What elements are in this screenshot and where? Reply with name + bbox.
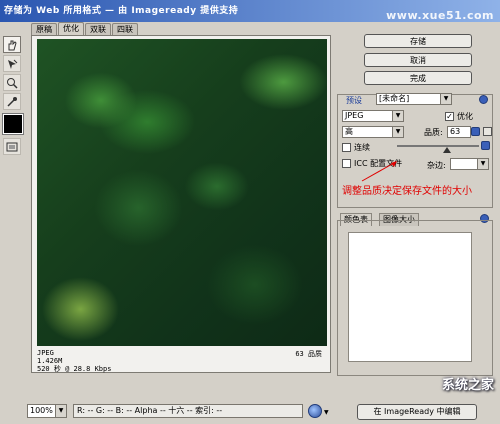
info-file-size: 1.426M xyxy=(37,357,63,365)
format-select[interactable]: JPEG ▼ xyxy=(342,110,404,122)
slice-select-icon xyxy=(8,59,18,69)
preview-pane: JPEG 1.426M 520 秒 @ 28.8 Kbps 63 品质 xyxy=(31,35,331,373)
info-quality: 63 品质 xyxy=(295,350,322,358)
browser-preview-icon[interactable] xyxy=(308,404,322,418)
progressive-checkbox[interactable] xyxy=(342,143,351,152)
toggle-slices-tool[interactable] xyxy=(3,138,21,155)
save-button[interactable]: 存储 xyxy=(364,34,472,48)
eyedropper-color-swatch[interactable] xyxy=(2,113,24,135)
quality-slider-toggle[interactable] xyxy=(471,127,480,136)
toolbox xyxy=(2,36,24,157)
matte-label: 杂边: xyxy=(427,161,446,170)
quality-slider-thumb[interactable] xyxy=(443,147,451,153)
watermark-logo: 系统之家 xyxy=(441,378,494,393)
quality-input[interactable]: 63 xyxy=(447,126,471,138)
eyedropper-icon xyxy=(7,96,17,107)
quality-link-icon[interactable] xyxy=(483,127,492,136)
hand-icon xyxy=(8,40,17,50)
quality-label: 品质: xyxy=(424,128,443,137)
cancel-button[interactable]: 取消 xyxy=(364,53,472,67)
optimized-label: 优化 xyxy=(457,112,473,121)
preset-select[interactable]: [未命名] ▼ xyxy=(376,93,452,105)
title-bar: 存储为 Web 所用格式 — 由 Imageready 提供支持 www.xue… xyxy=(0,0,500,22)
window-title: 存储为 Web 所用格式 — 由 Imageready 提供支持 xyxy=(4,6,239,16)
settings-menu-button[interactable] xyxy=(479,95,488,104)
done-button[interactable]: 完成 xyxy=(364,71,472,85)
edit-in-imageready-button[interactable]: 在 ImageReady 中编辑 xyxy=(357,404,477,420)
quality-slider-track[interactable] xyxy=(397,145,479,147)
zoom-select[interactable]: 100% ▼ xyxy=(27,404,67,418)
zoom-icon xyxy=(7,77,18,89)
hand-tool[interactable] xyxy=(3,36,21,53)
color-table-area[interactable] xyxy=(348,232,472,362)
annotation-text: 调整品质决定保存文件的大小 xyxy=(342,186,472,197)
optimized-info: JPEG 1.426M 520 秒 @ 28.8 Kbps xyxy=(37,349,111,373)
eyedropper-tool[interactable] xyxy=(3,93,21,110)
optimized-checkbox[interactable]: ✓ xyxy=(445,112,454,121)
zoom-value: 100% xyxy=(30,406,53,415)
slider-arrow-button[interactable] xyxy=(481,141,490,150)
annotation-arrow xyxy=(361,161,397,182)
chevron-down-icon: ▼ xyxy=(392,111,403,121)
preset-value: [未命名] xyxy=(379,94,410,103)
progressive-label: 连续 xyxy=(354,143,370,152)
chevron-down-icon: ▼ xyxy=(392,127,403,137)
color-readout: R: -- G: -- B: -- Alpha -- 十六 -- 索引: -- xyxy=(73,404,303,418)
preset-label: 预设 xyxy=(346,96,362,105)
view-tabs: 原稿 优化 双联 四联 xyxy=(31,22,139,36)
quality-level-select[interactable]: 高 ▼ xyxy=(342,126,404,138)
format-value: JPEG xyxy=(345,111,364,120)
chevron-down-icon: ▼ xyxy=(55,405,66,417)
quality-value: 63 xyxy=(450,127,461,136)
tab-optimized[interactable]: 优化 xyxy=(58,22,84,36)
chevron-down-icon[interactable]: ▼ xyxy=(324,409,329,416)
zoom-tool[interactable] xyxy=(3,74,21,91)
info-download-time: 520 秒 @ 28.8 Kbps xyxy=(37,365,112,373)
matte-select[interactable]: ▼ xyxy=(450,158,489,170)
chevron-down-icon: ▼ xyxy=(477,159,488,169)
quality-level-value: 高 xyxy=(345,127,353,136)
preview-image[interactable] xyxy=(37,39,327,346)
slice-select-tool[interactable] xyxy=(3,55,21,72)
chevron-down-icon: ▼ xyxy=(440,94,451,104)
info-format: JPEG xyxy=(37,349,54,357)
icc-profile-checkbox[interactable] xyxy=(342,159,351,168)
slices-visibility-icon xyxy=(6,142,18,151)
